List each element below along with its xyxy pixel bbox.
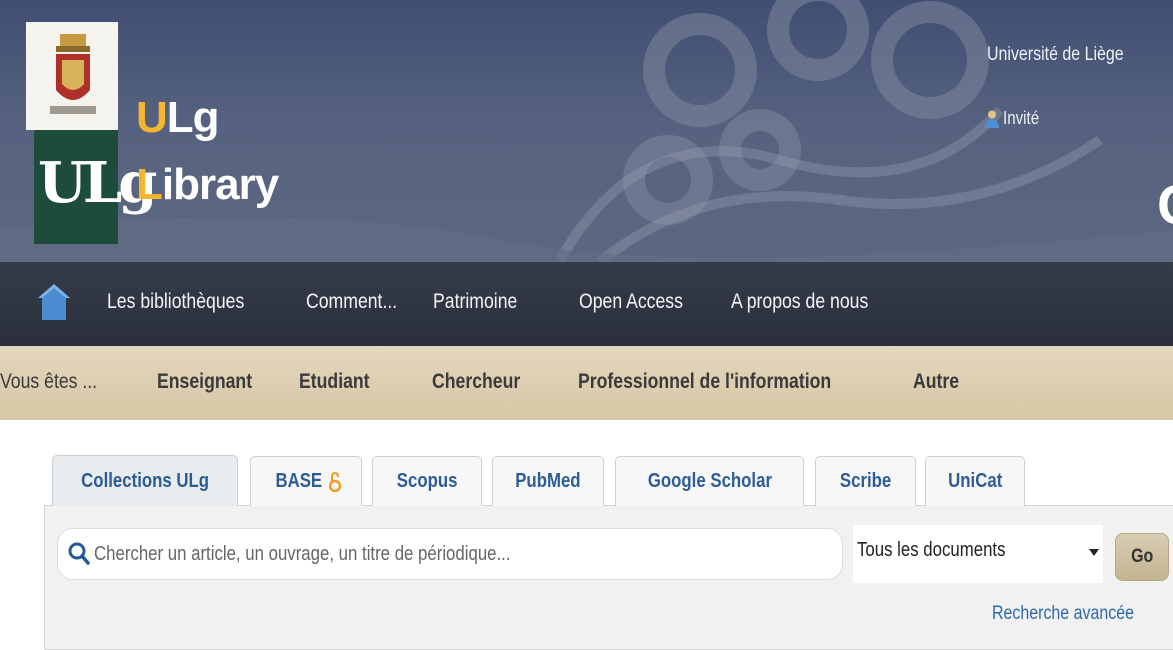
- tab-google-scholar[interactable]: Google Scholar: [615, 456, 804, 506]
- user-name: Invité: [1003, 108, 1040, 128]
- nav-item-a-propos[interactable]: A propos de nous: [731, 290, 894, 314]
- audience-chercheur[interactable]: Chercheur: [432, 370, 537, 394]
- tab-scopus[interactable]: Scopus: [372, 456, 482, 506]
- tab-pubmed[interactable]: PubMed: [492, 456, 604, 506]
- tab-collections-ulg[interactable]: Collections ULg: [52, 455, 238, 506]
- document-type-value: Tous les documents: [857, 539, 1006, 561]
- brand-initial: U: [136, 93, 168, 142]
- search-placeholder: Chercher un article, un ouvrage, un titr…: [94, 542, 511, 565]
- nav-item-comment[interactable]: Comment...: [306, 290, 415, 314]
- audience-label: Vous êtes ...: [0, 370, 98, 393]
- brand-initial: L: [136, 160, 163, 209]
- nav-item-open-access[interactable]: Open Access: [579, 290, 703, 314]
- user-icon: [985, 110, 999, 128]
- advanced-search-link[interactable]: Recherche avancée: [992, 603, 1161, 625]
- tab-scribe[interactable]: Scribe: [815, 456, 916, 506]
- audience-bar: Vous êtes ... Enseignant Etudiant Cherch…: [0, 346, 1173, 420]
- search-icon: [68, 542, 90, 565]
- tab-base[interactable]: BASE: [250, 456, 362, 506]
- university-link[interactable]: Université de Liège: [987, 44, 1150, 66]
- home-icon[interactable]: [36, 282, 72, 322]
- go-button[interactable]: Go: [1115, 533, 1169, 581]
- search-input[interactable]: Chercher un article, un ouvrage, un titr…: [57, 528, 843, 580]
- nav-item-bibliotheques[interactable]: Les bibliothèques: [107, 290, 270, 314]
- site-header: ULg ULg Library Université de Liège Invi…: [0, 0, 1173, 262]
- brand-rest: ibrary: [161, 160, 279, 209]
- crest-icon: [50, 34, 96, 114]
- nav-item-patrimoine[interactable]: Patrimoine: [433, 290, 533, 314]
- audience-enseignant[interactable]: Enseignant: [157, 370, 270, 394]
- audience-professionnel[interactable]: Professionnel de l'information: [578, 370, 879, 394]
- brand-title-ulg: ULg: [136, 93, 220, 143]
- audience-etudiant[interactable]: Etudiant: [299, 370, 383, 394]
- chevron-down-icon: [1089, 549, 1099, 556]
- main-navigation: Les bibliothèques Comment... Patrimoine …: [0, 262, 1173, 346]
- document-type-select[interactable]: Tous les documents: [853, 525, 1103, 583]
- ulg-logo[interactable]: ULg: [26, 22, 157, 244]
- user-status[interactable]: Invité: [985, 108, 1046, 129]
- partial-heading: C: [1157, 172, 1173, 237]
- lock-open-icon: [328, 471, 341, 492]
- audience-autre[interactable]: Autre: [913, 370, 968, 394]
- brand-rest: Lg: [166, 93, 220, 142]
- brand-title-library: Library: [136, 160, 279, 210]
- tab-unicat[interactable]: UniCat: [925, 456, 1025, 506]
